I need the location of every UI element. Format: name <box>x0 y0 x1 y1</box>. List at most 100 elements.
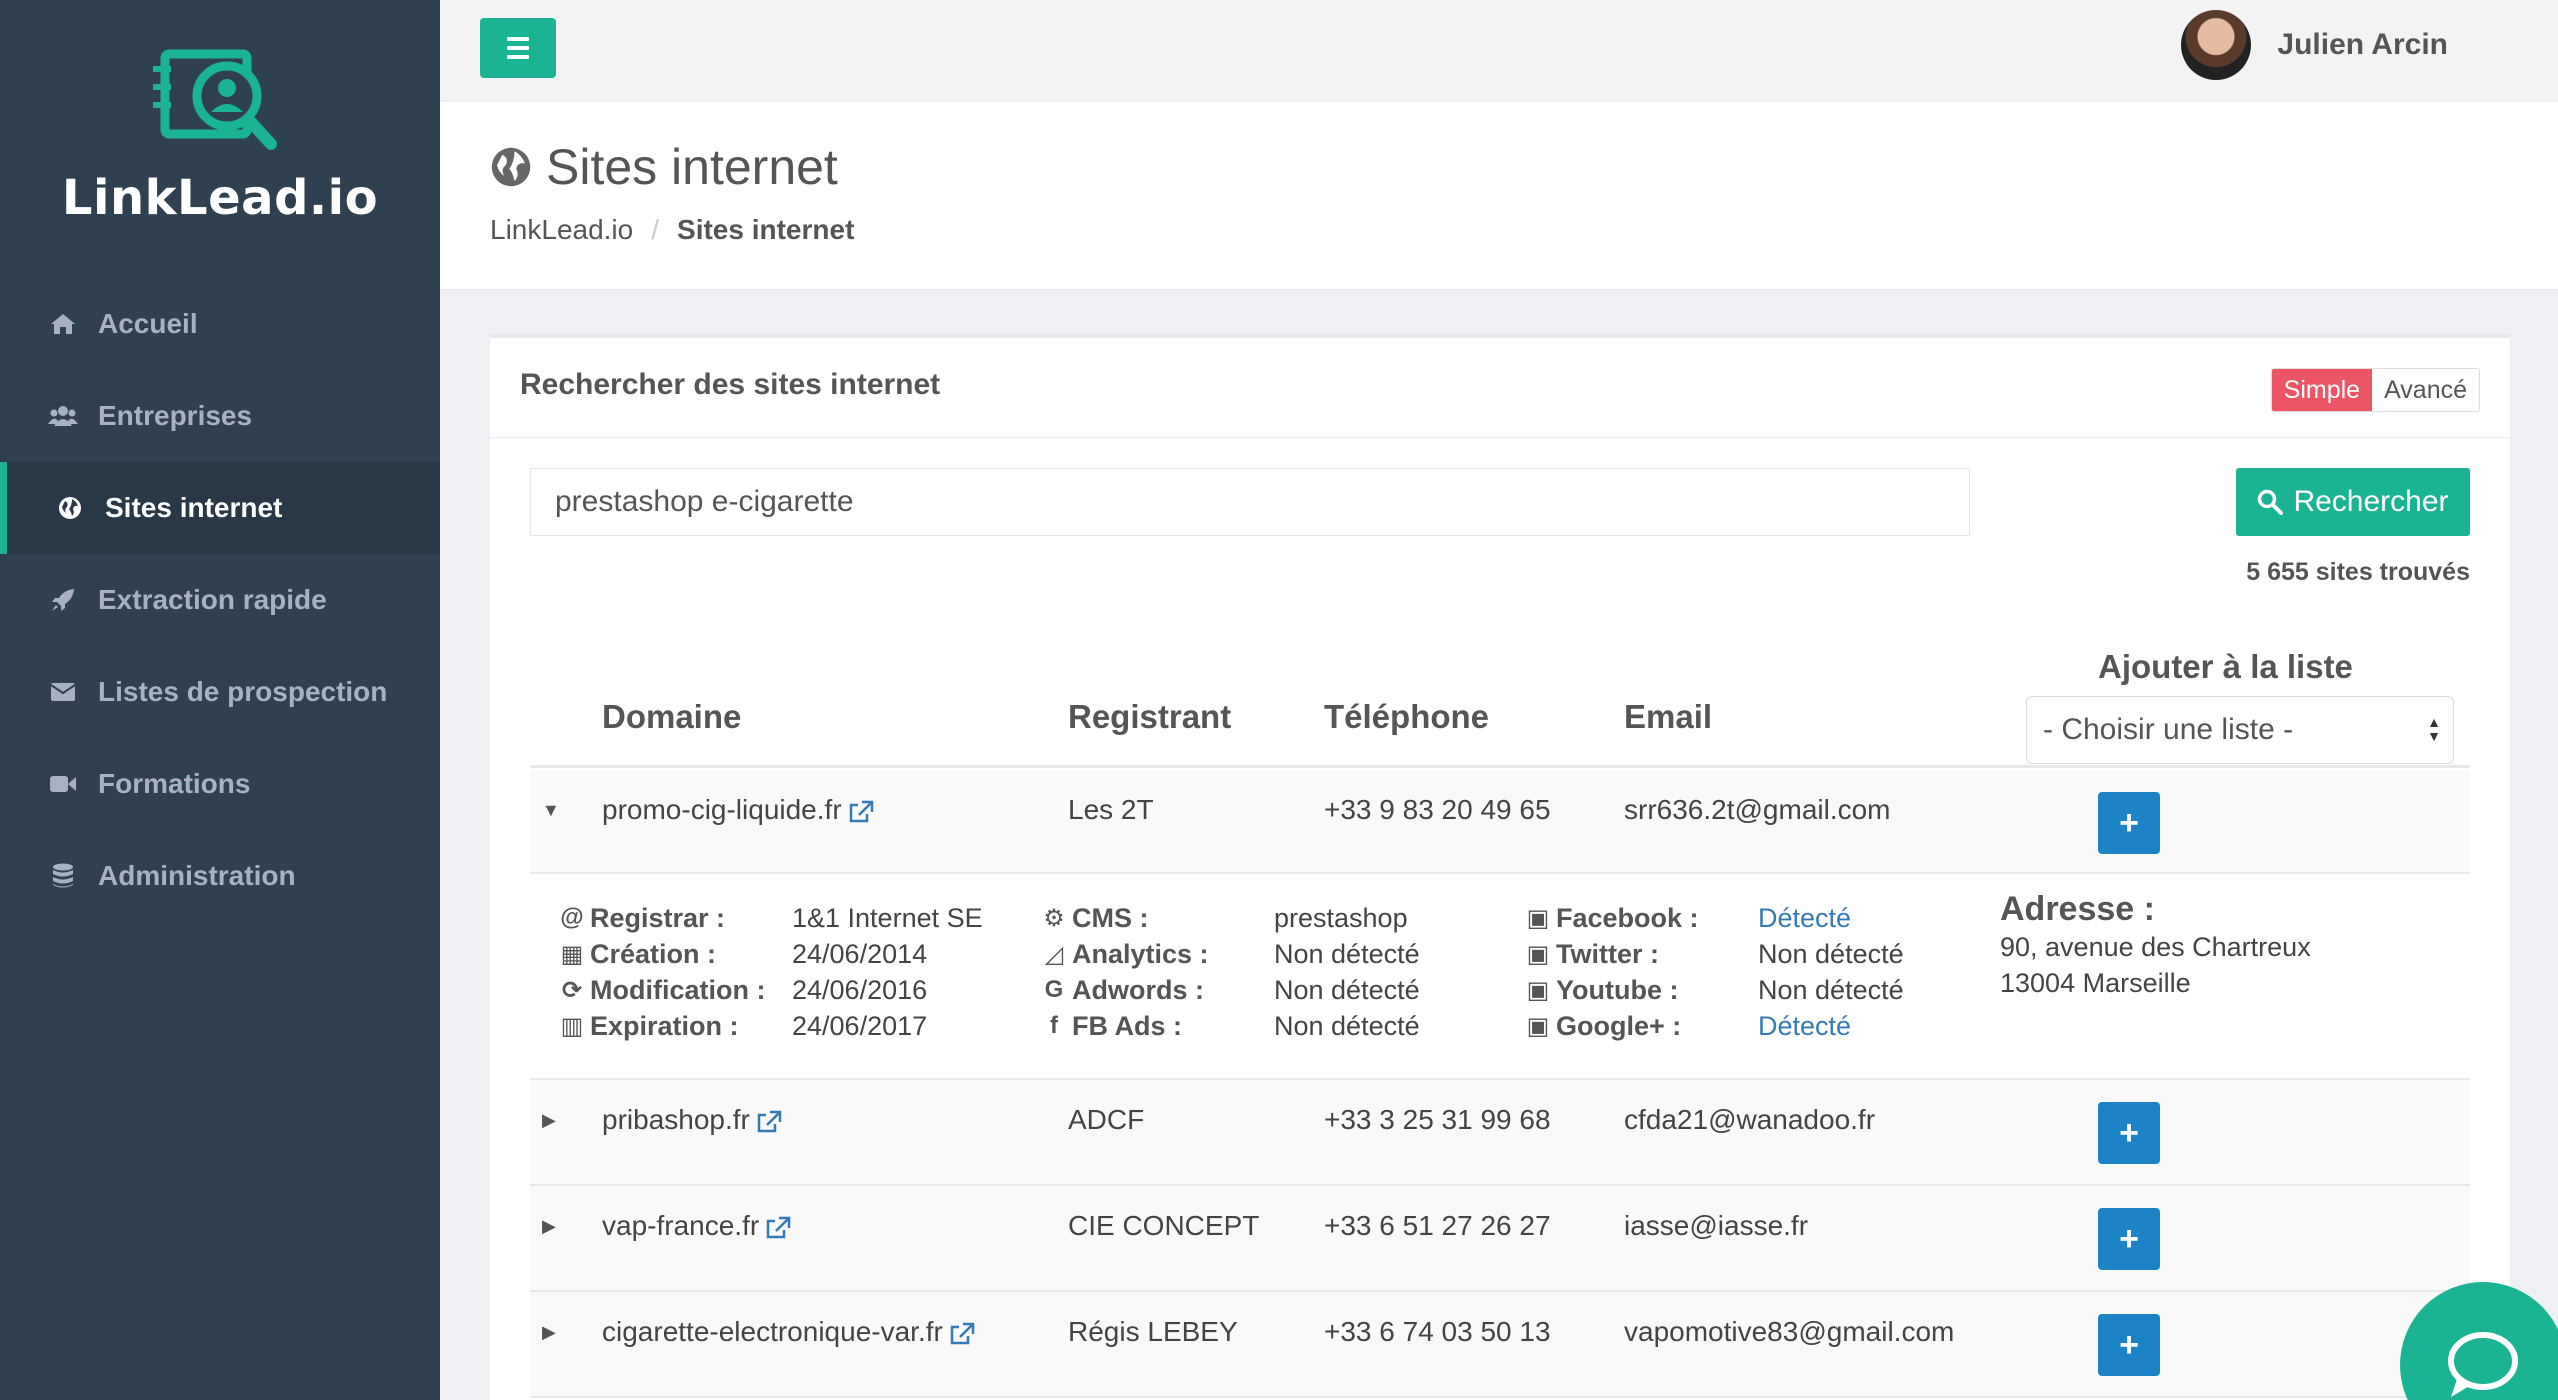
sidebar-item-extraction-rapide[interactable]: Extraction rapide <box>0 554 440 646</box>
googleplus-detected-link[interactable]: Détecté <box>1758 1011 1851 1042</box>
sidebar-item-label: Accueil <box>98 308 198 339</box>
breadcrumb-separator: / <box>651 214 660 245</box>
sidebar: LinkLead.io Accueil Entreprises Sites in… <box>0 0 440 1400</box>
cogs-icon: ⚙ <box>1043 904 1065 932</box>
column-header-phone[interactable]: Téléphone <box>1324 698 1489 736</box>
phone-cell: +33 6 74 03 50 13 <box>1324 1316 1551 1347</box>
registrant-cell: ADCF <box>1068 1104 1145 1135</box>
column-header-registrant[interactable]: Registrant <box>1068 698 1231 736</box>
envelope-icon <box>48 677 78 707</box>
table-row[interactable]: ▶ vap-france.fr CIE CONCEPT +33 6 51 27 … <box>530 1186 2470 1292</box>
caret-right-icon[interactable]: ▶ <box>542 1216 556 1237</box>
details-domain-col: @ Registrar :1&1 Internet SE ▦ Création :2… <box>560 902 983 1041</box>
details-address-col: Adresse : 90, avenue des Chartreux 13004… <box>2000 890 2311 1001</box>
logo-text: LinkLead.io <box>61 170 379 226</box>
avatar <box>2181 10 2252 80</box>
search-input[interactable] <box>530 468 1970 536</box>
caret-right-icon[interactable]: ▶ <box>542 1110 556 1131</box>
sidebar-item-formations[interactable]: Formations <box>0 738 440 830</box>
users-icon <box>48 401 78 431</box>
sidebar-item-sites-internet[interactable]: Sites internet <box>0 462 440 554</box>
list-select[interactable]: - Choisir une liste - ▲ ▼ <box>2026 696 2454 764</box>
sidebar-item-administration[interactable]: Administration <box>0 830 440 922</box>
phone-cell: +33 9 83 20 49 65 <box>1324 794 1551 825</box>
external-link-icon <box>766 1216 791 1238</box>
column-header-domain[interactable]: Domaine <box>602 698 741 736</box>
registrant-cell: CIE CONCEPT <box>1068 1210 1260 1241</box>
search-button[interactable]: Rechercher <box>2236 468 2470 536</box>
table-row[interactable]: ▼ promo-cig-liquide.fr Les 2T +33 9 83 2… <box>530 770 2470 874</box>
address-line: 13004 Marseille <box>2000 967 2191 998</box>
logo-icon <box>153 49 277 150</box>
external-link-icon <box>757 1110 782 1132</box>
sidebar-nav: Accueil Entreprises Sites internet Extra… <box>0 278 440 922</box>
facebook-detected-link[interactable]: Détecté <box>1758 903 1851 934</box>
rocket-icon <box>48 585 78 615</box>
details-social-col: ▣ Facebook : Détecté ▣ Twitter : Non détecté… <box>1526 902 1904 1042</box>
sidebar-item-accueil[interactable]: Accueil <box>0 278 440 370</box>
domain-link[interactable]: cigarette-electronique-var.fr <box>602 1316 975 1348</box>
mode-simple-button[interactable]: Simple <box>2271 369 2373 411</box>
menu-toggle-button[interactable] <box>480 18 556 78</box>
details-tech-col: ⚙ CMS : prestashop ◿ Analytics : Non détecté… <box>1043 902 1420 1041</box>
top-navbar: Julien Arcin <box>440 0 2558 102</box>
sidebar-item-label: Sites internet <box>105 492 283 523</box>
list-select-value: - Choisir une liste - <box>2043 713 2294 746</box>
breadcrumb-current: Sites internet <box>677 214 855 245</box>
column-header-email[interactable]: Email <box>1624 698 1712 736</box>
address-label: Adresse : <box>2000 890 2155 928</box>
sidebar-item-label: Administration <box>98 860 296 891</box>
column-header-add-list: Ajouter à la liste <box>2098 648 2353 685</box>
logo[interactable]: LinkLead.io <box>0 40 440 226</box>
chat-bubble-icon <box>2448 1332 2518 1397</box>
user-menu[interactable]: Julien Arcin <box>2181 10 2448 80</box>
registrant-cell: Les 2T <box>1068 794 1154 825</box>
domain-link[interactable]: promo-cig-liquide.fr <box>602 794 874 826</box>
refresh-icon: ⟳ <box>561 976 583 1004</box>
database-icon <box>48 861 78 891</box>
page-title-text: Sites internet <box>546 139 838 195</box>
home-icon <box>48 309 78 339</box>
mode-advanced-button[interactable]: Avancé <box>2372 369 2479 411</box>
email-cell: cfda21@wanadoo.fr <box>1624 1104 1876 1135</box>
at-icon: @ <box>560 904 584 931</box>
email-cell: srr636.2t@gmail.com <box>1624 794 1891 825</box>
facebook-f-icon: f <box>1050 1012 1058 1039</box>
external-link-icon <box>849 800 873 822</box>
domain-link[interactable]: vap-france.fr <box>602 1210 791 1242</box>
calendar-icon: ▦ <box>560 940 584 968</box>
address-line: 90, avenue des Chartreux <box>2000 931 2311 962</box>
twitter-square-icon: ▣ <box>1526 940 1550 968</box>
sidebar-item-label: Extraction rapide <box>98 584 327 615</box>
globe-icon <box>55 493 85 523</box>
page-title: Sites internet <box>490 138 838 196</box>
panel-header: Rechercher des sites internet Simple Ava… <box>490 338 2510 438</box>
add-to-list-button[interactable]: + <box>2098 792 2160 854</box>
add-to-list-button[interactable]: + <box>2098 1314 2160 1376</box>
globe-icon <box>491 147 531 187</box>
video-camera-icon <box>48 769 78 799</box>
email-cell: vapomotive83@gmail.com <box>1624 1316 1955 1347</box>
add-to-list-button[interactable]: + <box>2098 1208 2160 1270</box>
table-row[interactable]: ▶ cigarette-electronique-var.fr Régis LE… <box>530 1292 2470 1398</box>
caret-down-icon[interactable]: ▼ <box>542 800 560 821</box>
phone-cell: +33 6 51 27 26 27 <box>1324 1210 1551 1241</box>
search-mode-toggle: Simple Avancé <box>2270 368 2480 412</box>
email-cell: iasse@iasse.fr <box>1624 1210 1809 1241</box>
search-button-label: Rechercher <box>2293 485 2449 518</box>
google-plus-square-icon: ▣ <box>1526 1012 1550 1040</box>
sidebar-item-listes-de-prospection[interactable]: Listes de prospection <box>0 646 440 738</box>
trash-icon: ▥ <box>560 1012 584 1040</box>
search-icon <box>2258 489 2284 515</box>
select-arrows-icon: ▲ ▼ <box>2427 714 2441 744</box>
sidebar-item-label: Listes de prospection <box>98 676 388 707</box>
add-to-list-button[interactable]: + <box>2098 1102 2160 1164</box>
area-chart-icon: ◿ <box>1044 940 1064 968</box>
hamburger-icon <box>507 37 529 41</box>
breadcrumb-root-link[interactable]: LinkLead.io <box>490 214 633 246</box>
domain-link[interactable]: pribashop.fr <box>602 1104 782 1136</box>
table-row[interactable]: ▶ pribashop.fr ADCF +33 3 25 31 99 68 cf… <box>530 1080 2470 1186</box>
sidebar-item-entreprises[interactable]: Entreprises <box>0 370 440 462</box>
caret-right-icon[interactable]: ▶ <box>542 1322 556 1343</box>
results-count: 5 655 sites trouvés <box>2246 558 2470 586</box>
